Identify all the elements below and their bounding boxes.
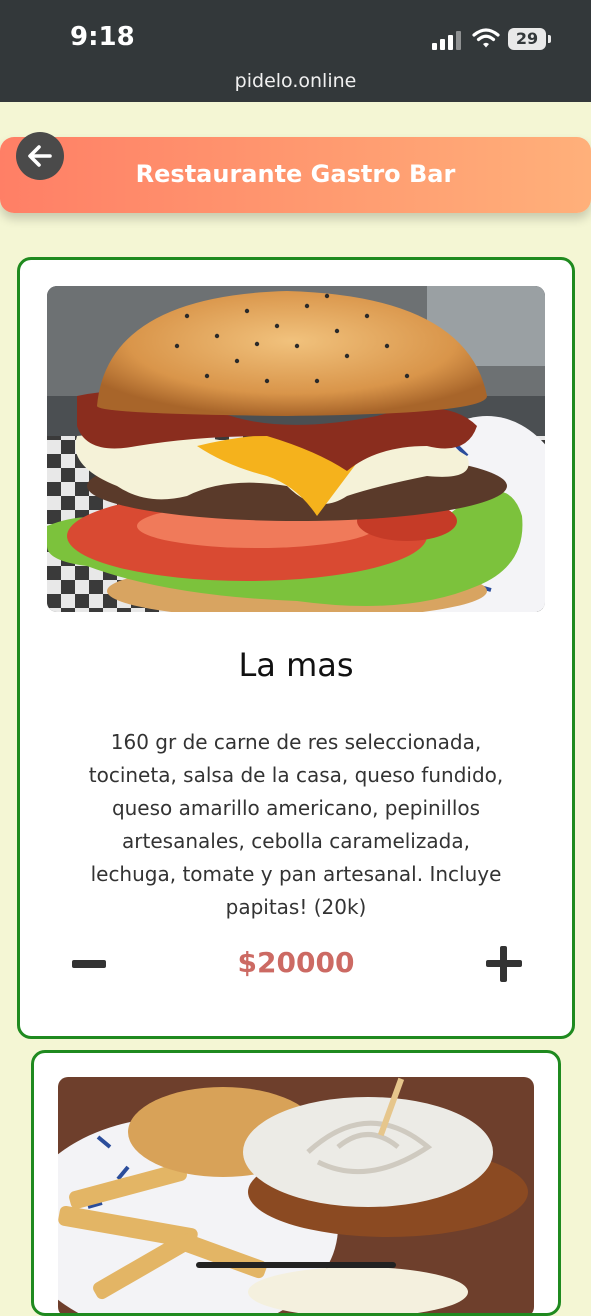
wifi-icon (472, 28, 500, 48)
page-title: Restaurante Gastro Bar (135, 160, 456, 188)
cellular-signal-icon (432, 30, 462, 50)
burger-photo (58, 1077, 534, 1313)
status-time: 9:18 (70, 22, 135, 52)
plus-icon[interactable] (486, 946, 522, 982)
arrow-left-icon (28, 145, 52, 167)
product-image[interactable] (47, 286, 545, 612)
burger-photo (47, 286, 545, 612)
battery-icon: 29 (508, 28, 551, 50)
product-card[interactable]: La mas 160 gr de carne de res selecciona… (17, 257, 575, 1039)
home-indicator (196, 1262, 396, 1268)
back-button[interactable] (16, 132, 64, 180)
status-bar: 9:18 29 pidelo.online (0, 0, 591, 102)
browser-url[interactable]: pidelo.online (0, 70, 591, 92)
product-image[interactable] (58, 1077, 534, 1313)
product-name: La mas (238, 646, 354, 684)
product-card[interactable] (31, 1050, 561, 1316)
product-description: 160 gr de carne de res seleccionada, toc… (88, 730, 504, 919)
page-header: Restaurante Gastro Bar (0, 137, 591, 213)
